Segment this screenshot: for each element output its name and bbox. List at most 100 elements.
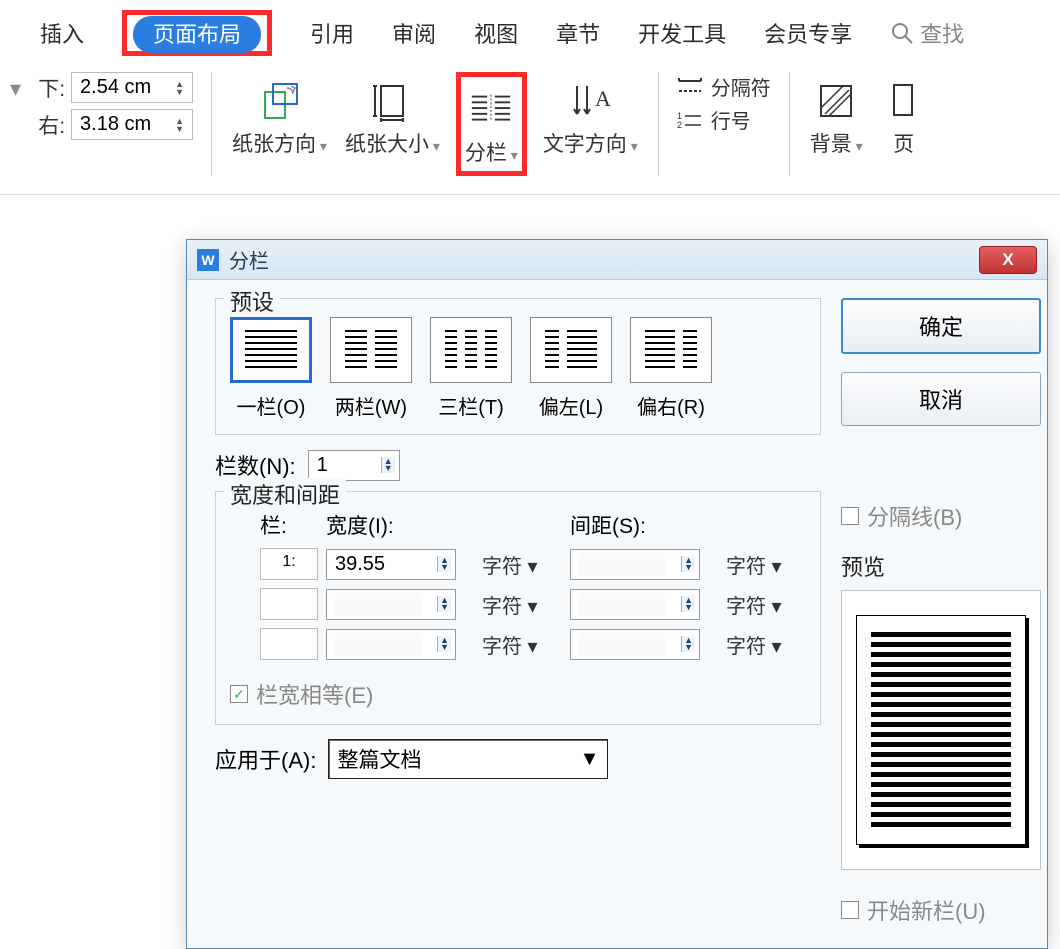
page-extra-label: 页 <box>893 128 914 158</box>
preview-legend: 预览 <box>841 550 1041 582</box>
ok-button[interactable]: 确定 <box>841 298 1041 354</box>
orientation-icon <box>257 78 303 124</box>
checkbox-icon: ✓ <box>230 685 248 703</box>
unit-2b: 字符 ▾ <box>726 590 806 619</box>
col-index-1: 1: <box>260 548 318 580</box>
margin-bottom-input[interactable]: ▲▼ <box>71 72 193 103</box>
num-columns-value[interactable] <box>317 454 371 477</box>
num-columns-input[interactable]: ▲▼ <box>308 450 400 481</box>
spinner-arrows-icon[interactable]: ▲▼ <box>381 457 395 473</box>
divider <box>789 72 790 176</box>
apply-to-select[interactable]: 整篇文档 ▼ <box>328 739 608 779</box>
unit-1b: 字符 ▾ <box>726 550 806 579</box>
preset-left[interactable]: 偏左(L) <box>530 317 612 420</box>
preset-three-columns[interactable]: 三栏(T) <box>430 317 512 420</box>
app-logo-icon: W <box>197 249 219 271</box>
columns-dialog: W 分栏 X 预设 一栏(O) 两栏(W) <box>186 239 1048 949</box>
tab-sections[interactable]: 章节 <box>556 17 600 49</box>
dialog-title: 分栏 <box>229 245 269 274</box>
checkbox-icon <box>841 901 859 919</box>
background-icon <box>813 78 859 124</box>
checkbox-icon <box>841 507 859 525</box>
spacing-header: 间距(S): <box>570 510 718 540</box>
spinner-arrows-icon[interactable]: ▲▼ <box>437 556 451 572</box>
unit-3b: 字符 ▾ <box>726 630 806 659</box>
tab-references[interactable]: 引用 <box>310 17 354 49</box>
columns-label: 分栏 <box>465 137 518 167</box>
highlight-page-layout: 页面布局 <box>122 10 272 56</box>
equal-width-label: 栏宽相等(E) <box>256 678 373 710</box>
search-label: 查找 <box>920 17 964 49</box>
preview-page-icon <box>856 615 1026 845</box>
width-spacing-legend: 宽度和间距 <box>224 478 346 510</box>
preset-right[interactable]: 偏右(R) <box>630 317 712 420</box>
col-index-3 <box>260 628 318 660</box>
separator-label: 分隔线(B) <box>867 500 962 532</box>
margin-bottom-label: 下: <box>35 73 65 103</box>
spacing-3-input: ▲▼ <box>570 629 700 660</box>
width-3-input: ▲▼ <box>326 629 456 660</box>
width-header: 宽度(I): <box>326 510 474 540</box>
line-numbers-button[interactable]: 12 行号 <box>677 105 771 134</box>
tab-member[interactable]: 会员专享 <box>764 17 852 49</box>
preset-right-label: 偏右(R) <box>637 391 705 420</box>
unit-1a[interactable]: 字符 ▾ <box>482 550 562 579</box>
page-extra-button[interactable]: 页 <box>879 72 929 164</box>
preset-left-label: 偏左(L) <box>539 391 603 420</box>
margin-right-input[interactable]: ▲▼ <box>71 109 193 140</box>
unit-2a: 字符 ▾ <box>482 590 562 619</box>
ribbon-tabs: 插入 页面布局 引用 审阅 视图 章节 开发工具 会员专享 查找 <box>0 0 1060 64</box>
presets-legend: 预设 <box>224 285 280 317</box>
orientation-label: 纸张方向 <box>232 128 327 158</box>
margin-bottom-value[interactable] <box>80 76 166 99</box>
preset-two-columns[interactable]: 两栏(W) <box>330 317 412 420</box>
separator-checkbox: 分隔线(B) <box>841 500 962 532</box>
paper-size-button[interactable]: 纸张大小 <box>343 72 442 164</box>
orientation-button[interactable]: 纸张方向 <box>230 72 329 164</box>
equal-width-checkbox: ✓ 栏宽相等(E) <box>230 678 373 710</box>
num-columns-label: 栏数(N): <box>215 449 296 481</box>
paper-size-icon <box>369 78 415 124</box>
tab-page-layout[interactable]: 页面布局 <box>133 16 261 53</box>
apply-to-value: 整篇文档 <box>337 744 421 774</box>
preset-two-label: 两栏(W) <box>335 391 407 420</box>
text-direction-button[interactable]: A 文字方向 <box>541 72 640 164</box>
ribbon-controls: ▾ 下: ▲▼ 右: ▲▼ 纸张方向 纸张大小 <box>0 64 1060 195</box>
breaks-linenumbers-group: 分隔符 12 行号 <box>677 72 771 134</box>
spinner-arrows-icon[interactable]: ▲▼ <box>175 117 184 133</box>
background-label: 背景 <box>810 128 863 158</box>
dialog-titlebar[interactable]: W 分栏 X <box>187 240 1047 280</box>
tab-developer[interactable]: 开发工具 <box>638 17 726 49</box>
tab-review[interactable]: 审阅 <box>392 17 436 49</box>
spacing-2-input: ▲▼ <box>570 589 700 620</box>
svg-text:A: A <box>595 86 611 111</box>
width-1-input[interactable]: ▲▼ <box>326 549 456 580</box>
width-1-value[interactable] <box>335 553 421 576</box>
width-spacing-group: 宽度和间距 栏: 宽度(I): 间距(S): 1: ▲▼ 字符 ▾ ▲ <box>215 491 821 725</box>
breaks-label: 分隔符 <box>711 72 771 101</box>
breaks-button[interactable]: 分隔符 <box>677 72 771 101</box>
text-direction-icon: A <box>567 78 613 124</box>
spacing-1-input: ▲▼ <box>570 549 700 580</box>
unit-3a: 字符 ▾ <box>482 630 562 659</box>
paper-size-label: 纸张大小 <box>345 128 440 158</box>
margin-right-value[interactable] <box>80 113 166 136</box>
chevron-down-icon: ▼ <box>580 748 600 771</box>
divider <box>658 72 659 176</box>
dropdown-icon-left[interactable]: ▾ <box>10 72 21 102</box>
start-new-column-label: 开始新栏(U) <box>867 894 986 926</box>
columns-icon <box>468 87 514 133</box>
tab-insert[interactable]: 插入 <box>40 17 84 49</box>
text-direction-label: 文字方向 <box>543 128 638 158</box>
line-numbers-icon: 12 <box>677 109 703 131</box>
columns-button[interactable]: 分栏 <box>465 87 518 167</box>
page-extra-icon <box>881 78 927 124</box>
spinner-arrows-icon[interactable]: ▲▼ <box>175 80 184 96</box>
background-button[interactable]: 背景 <box>808 72 865 164</box>
search-command[interactable]: 查找 <box>890 17 964 49</box>
close-button[interactable]: X <box>979 246 1037 274</box>
tab-view[interactable]: 视图 <box>474 17 518 49</box>
preset-three-label: 三栏(T) <box>438 391 504 420</box>
preset-one-column[interactable]: 一栏(O) <box>230 317 312 420</box>
cancel-button[interactable]: 取消 <box>841 372 1041 426</box>
